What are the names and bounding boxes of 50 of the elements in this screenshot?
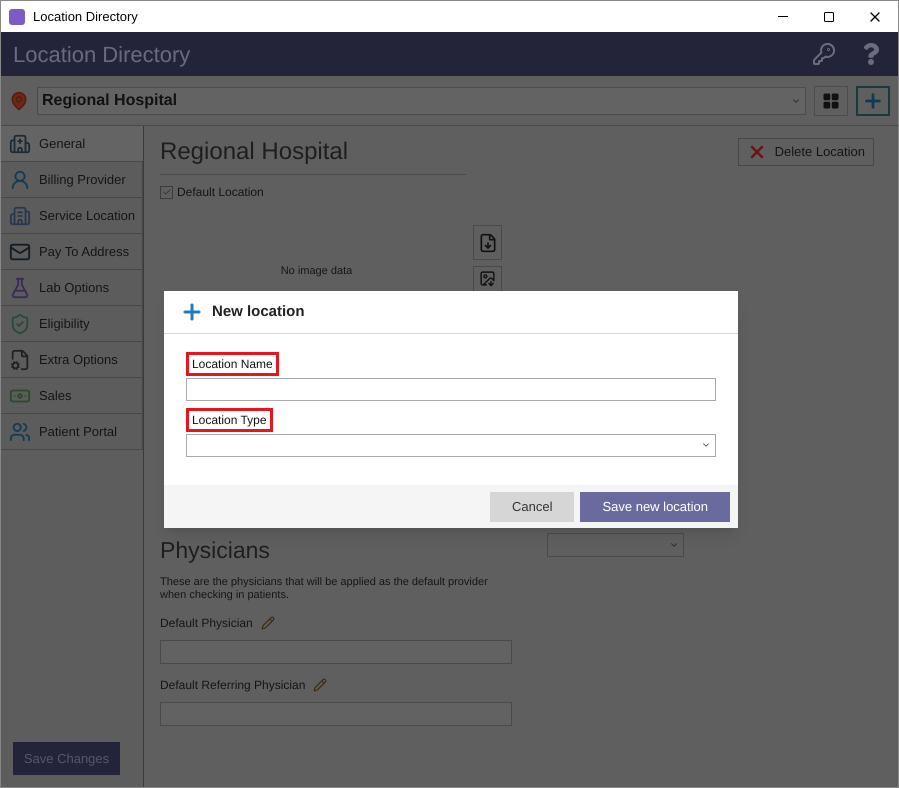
location-name-field[interactable] <box>186 378 716 401</box>
save-new-location-button[interactable]: Save new location <box>580 492 730 522</box>
cancel-button[interactable]: Cancel <box>490 492 574 522</box>
sidebar-icon <box>9 204 31 226</box>
edit-icon[interactable] <box>260 616 275 630</box>
sidebar-icon <box>9 132 31 154</box>
field-label: Default Physician <box>160 614 253 632</box>
sidebar-item[interactable]: Sales <box>1 378 143 414</box>
sidebar-item[interactable]: Pay To Address <box>1 234 143 270</box>
sidebar-item[interactable]: Service Location <box>1 198 143 234</box>
field-label: Default Referring Physician <box>160 676 306 694</box>
default-location-checkbox[interactable]: Default Location <box>160 183 466 201</box>
sidebar-icon <box>9 348 31 370</box>
dialog-title: New location <box>212 302 305 322</box>
sidebar-item[interactable]: Lab Options <box>1 270 143 306</box>
location-pin-icon <box>9 90 29 110</box>
grid-view-button[interactable] <box>814 86 848 116</box>
minimize-icon <box>778 16 788 17</box>
sidebar-item[interactable]: Billing Provider <box>1 162 143 198</box>
sidebar-item[interactable]: Eligibility <box>1 306 143 342</box>
sidebar-icon <box>9 168 31 190</box>
image-download-icon <box>479 270 496 287</box>
sidebar-icon <box>9 276 31 298</box>
edit-icon[interactable] <box>313 678 328 692</box>
field-label: Location Type <box>186 408 273 432</box>
physician-field[interactable] <box>160 640 512 664</box>
sidebar-item[interactable]: Patient Portal <box>1 414 143 450</box>
sidebar-icon <box>9 312 31 334</box>
sidebar-item[interactable]: General <box>1 126 143 162</box>
check-icon <box>162 187 172 197</box>
physician-field[interactable] <box>160 702 512 726</box>
app-icon <box>9 8 25 24</box>
import-file-button[interactable] <box>473 225 502 260</box>
window-title: Location Directory <box>33 8 138 26</box>
sidebar-item[interactable]: Extra Options <box>1 342 143 378</box>
field-label: Location Name <box>186 352 279 376</box>
location-title: Regional Hospital <box>160 134 466 175</box>
maximize-icon <box>823 10 835 22</box>
location-select[interactable]: Regional Hospital <box>37 86 806 114</box>
physicians-description: These are the physicians that will be applied as the default provider when checking in patients. <box>160 576 489 602</box>
location-type-select[interactable] <box>186 434 716 456</box>
header-title: Location Directory <box>13 40 190 69</box>
image-placeholder-text: No image data <box>280 265 352 279</box>
grid-icon <box>822 92 840 110</box>
add-button[interactable] <box>856 86 890 116</box>
sidebar-icon <box>9 420 31 442</box>
delete-location-button[interactable]: Delete Location <box>738 138 874 166</box>
dropdown-field[interactable] <box>547 533 684 557</box>
physicians-heading: Physicians <box>160 536 271 565</box>
file-download-icon <box>478 232 498 252</box>
